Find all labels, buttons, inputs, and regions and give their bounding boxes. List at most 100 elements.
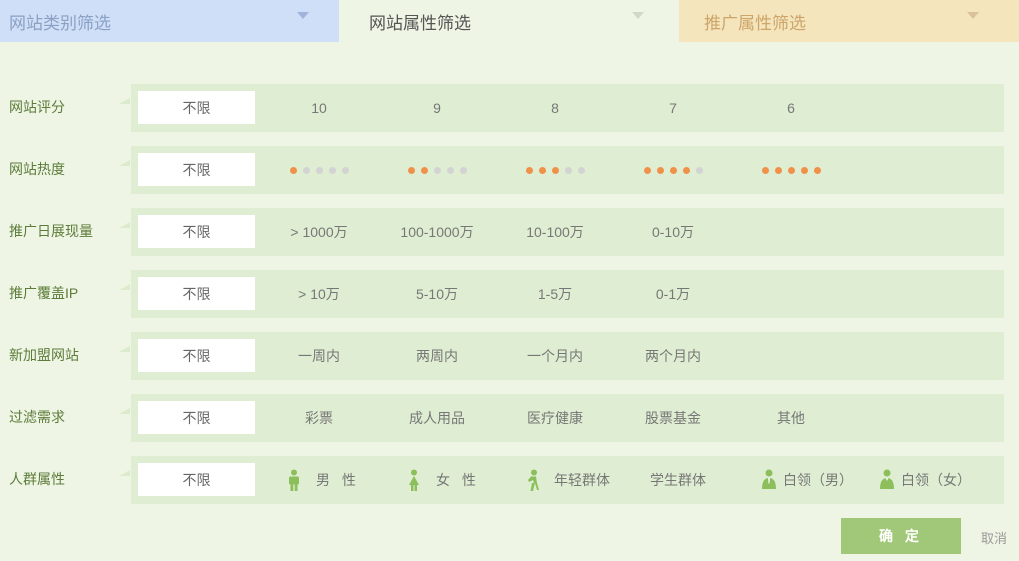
option-unlimited[interactable]: 不限	[138, 277, 255, 310]
confirm-button[interactable]: 确 定	[841, 518, 961, 554]
heat-dots	[289, 166, 349, 174]
option-impressions-1m-10m[interactable]: 100-1000万	[378, 208, 496, 256]
heat-dot-empty	[577, 166, 585, 174]
row-label: 网站评分	[9, 99, 65, 115]
heat-dot-filled	[538, 166, 546, 174]
tab-label: 推广属性筛选	[704, 13, 806, 33]
row-pointer	[119, 98, 130, 104]
option-heat-level-1[interactable]	[260, 146, 378, 194]
heat-dot-filled	[813, 166, 821, 174]
filter-row-site-heat: 网站热度 不限	[0, 146, 1019, 194]
tab-promotion-attribute-filter[interactable]: 推广属性筛选	[679, 0, 1019, 42]
tab-label: 网站类别筛选	[9, 13, 111, 33]
heat-dot-empty	[695, 166, 703, 174]
option-unlimited[interactable]: 不限	[138, 401, 255, 434]
option-unlimited[interactable]: 不限	[138, 215, 255, 248]
option-ip-0-10k[interactable]: 0-1万	[614, 270, 732, 318]
heat-dots	[407, 166, 467, 174]
option-rating-9[interactable]: 9	[378, 84, 496, 132]
option-within-one-week[interactable]: 一周内	[260, 332, 378, 380]
option-within-two-weeks[interactable]: 两周内	[378, 332, 496, 380]
row-options: 不限 男 性 女 性 年轻群体 学生群体 白领（男） 白领（女）	[131, 456, 1004, 504]
option-ip-10k-50k[interactable]: 1-5万	[496, 270, 614, 318]
option-female[interactable]: 女 性	[390, 456, 508, 504]
tab-site-category-filter[interactable]: 网站类别筛选	[0, 0, 339, 42]
option-ip-50k-100k[interactable]: 5-10万	[378, 270, 496, 318]
option-unlimited[interactable]: 不限	[138, 153, 255, 186]
option-medical-health[interactable]: 医疗健康	[496, 394, 614, 442]
heat-dot-filled	[800, 166, 808, 174]
option-impressions-100k-1m[interactable]: 10-100万	[496, 208, 614, 256]
heat-dot-filled	[761, 166, 769, 174]
office-woman-icon	[880, 469, 894, 489]
tab-site-attribute-filter[interactable]: 网站属性筛选	[343, 0, 674, 42]
option-male[interactable]: 男 性	[270, 456, 388, 504]
row-options: 不限 > 1000万 100-1000万 10-100万 0-10万	[131, 208, 1004, 256]
option-student-group[interactable]: 学生群体	[619, 456, 737, 504]
option-unlimited[interactable]: 不限	[138, 463, 255, 496]
tab-label: 网站属性筛选	[369, 13, 471, 33]
option-within-one-month[interactable]: 一个月内	[496, 332, 614, 380]
option-white-collar-male[interactable]: 白领（男）	[745, 456, 865, 504]
heat-dot-filled	[787, 166, 795, 174]
row-options: 不限 彩票 成人用品 医疗健康 股票基金 其他	[131, 394, 1004, 442]
option-heat-level-5[interactable]	[732, 146, 850, 194]
option-white-collar-female[interactable]: 白领（女）	[863, 456, 993, 504]
row-pointer	[119, 284, 130, 290]
man-icon	[289, 469, 299, 491]
row-options: 不限 > 10万 5-10万 1-5万 0-1万	[131, 270, 1004, 318]
filter-row-exclusions: 过滤需求 不限 彩票 成人用品 医疗健康 股票基金 其他	[0, 394, 1019, 442]
row-options: 不限	[131, 146, 1004, 194]
option-unlimited[interactable]: 不限	[138, 91, 255, 124]
filter-row-site-rating: 网站评分 不限 10 9 8 7 6	[0, 84, 1019, 132]
option-label: 白领（男）	[783, 472, 853, 488]
row-options: 不限 一周内 两周内 一个月内 两个月内	[131, 332, 1004, 380]
option-young-group[interactable]: 年轻群体	[508, 456, 626, 504]
row-options: 不限 10 9 8 7 6	[131, 84, 1004, 132]
heat-dots	[525, 166, 585, 174]
heat-dots	[761, 166, 821, 174]
option-adult-products[interactable]: 成人用品	[378, 394, 496, 442]
row-label: 网站热度	[9, 161, 65, 177]
option-heat-level-2[interactable]	[378, 146, 496, 194]
heat-dot-filled	[289, 166, 297, 174]
option-impressions-0-100k[interactable]: 0-10万	[614, 208, 732, 256]
row-label: 人群属性	[9, 471, 65, 487]
heat-dot-empty	[459, 166, 467, 174]
row-pointer	[119, 160, 130, 166]
option-label: 学生群体	[650, 472, 706, 488]
option-label: 男 性	[316, 472, 360, 488]
heat-dot-empty	[433, 166, 441, 174]
heat-dot-empty	[564, 166, 572, 174]
heat-dot-filled	[525, 166, 533, 174]
option-lottery[interactable]: 彩票	[260, 394, 378, 442]
chevron-down-icon	[297, 12, 309, 19]
heat-dot-empty	[315, 166, 323, 174]
row-pointer	[119, 408, 130, 414]
option-label: 年轻群体	[554, 472, 610, 488]
option-within-two-months[interactable]: 两个月内	[614, 332, 732, 380]
option-rating-8[interactable]: 8	[496, 84, 614, 132]
cancel-link[interactable]: 取消	[981, 528, 1007, 547]
option-rating-10[interactable]: 10	[260, 84, 378, 132]
heat-dot-filled	[682, 166, 690, 174]
option-rating-6[interactable]: 6	[732, 84, 850, 132]
option-heat-level-3[interactable]	[496, 146, 614, 194]
woman-icon	[409, 469, 419, 491]
heat-dot-empty	[302, 166, 310, 174]
heat-dot-filled	[407, 166, 415, 174]
filter-row-ip-coverage: 推广覆盖IP 不限 > 10万 5-10万 1-5万 0-1万	[0, 270, 1019, 318]
row-label: 过滤需求	[9, 409, 65, 425]
option-rating-7[interactable]: 7	[614, 84, 732, 132]
heat-dot-filled	[774, 166, 782, 174]
option-stocks-funds[interactable]: 股票基金	[614, 394, 732, 442]
heat-dot-empty	[341, 166, 349, 174]
option-impressions-over-10m[interactable]: > 1000万	[260, 208, 378, 256]
filter-row-daily-impressions: 推广日展现量 不限 > 1000万 100-1000万 10-100万 0-10…	[0, 208, 1019, 256]
option-heat-level-4[interactable]	[614, 146, 732, 194]
option-other[interactable]: 其他	[732, 394, 850, 442]
row-label: 推广日展现量	[9, 223, 93, 239]
heat-dot-filled	[669, 166, 677, 174]
option-ip-over-100k[interactable]: > 10万	[260, 270, 378, 318]
option-unlimited[interactable]: 不限	[138, 339, 255, 372]
